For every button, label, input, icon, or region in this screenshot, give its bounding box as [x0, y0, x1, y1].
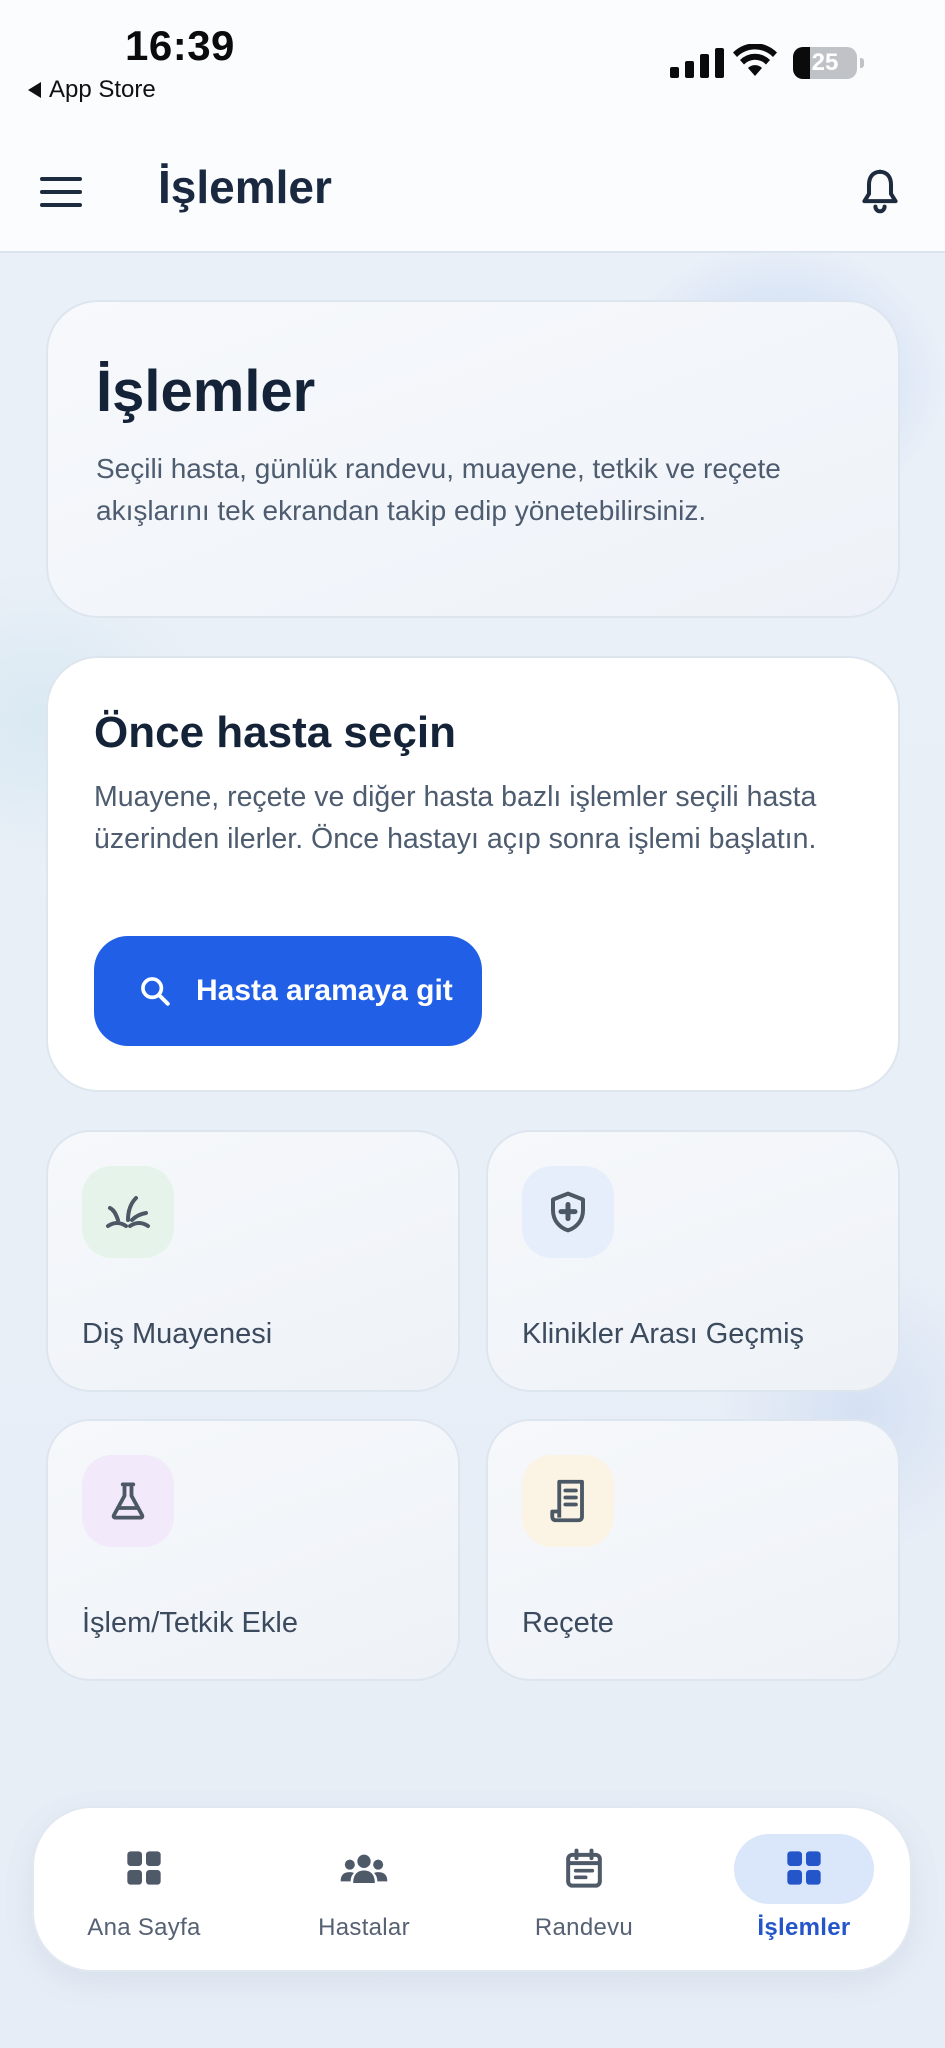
search-icon — [141, 977, 170, 1006]
nav-item-patients[interactable]: Hastalar — [264, 1808, 464, 1974]
battery-level: 25 — [811, 49, 839, 76]
nav-label: Hastalar — [318, 1914, 410, 1941]
intro-title: İşlemler — [96, 359, 316, 424]
flask-icon-badge — [82, 1455, 174, 1547]
tile-label: Reçete — [522, 1607, 614, 1639]
bell-icon[interactable] — [858, 168, 902, 216]
app-header: İşlemler — [0, 130, 945, 253]
battery-icon: 25 — [793, 47, 864, 79]
tile-label: Diş Muayenesi — [82, 1318, 273, 1350]
select-patient-card: Önce hasta seçin Muayene, reçete ve diğe… — [46, 656, 900, 1092]
intro-card: İşlemler Seçili hasta, günlük randevu, m… — [46, 300, 900, 618]
nav-item-appointments[interactable]: Randevu — [484, 1808, 684, 1974]
wifi-icon — [733, 44, 777, 76]
shield-icon-badge — [522, 1166, 614, 1258]
grid-icon — [127, 1851, 161, 1885]
back-to-app-store[interactable]: App Store — [28, 76, 156, 104]
grid-icon — [787, 1851, 821, 1885]
bottom-navigation: Ana Sayfa Hastalar Randevu İşlemler — [32, 1806, 912, 1972]
nav-label: Ana Sayfa — [87, 1914, 201, 1941]
tooth-icon — [106, 1196, 150, 1228]
back-triangle-icon — [28, 82, 41, 98]
tile-add-procedure[interactable]: İşlem/Tetkik Ekle — [46, 1419, 460, 1681]
tile-label: İşlem/Tetkik Ekle — [82, 1607, 298, 1639]
select-patient-title: Önce hasta seçin — [94, 708, 456, 757]
nav-label: İşlemler — [757, 1914, 851, 1941]
hamburger-menu-icon[interactable] — [40, 177, 82, 207]
go-to-patient-search-button[interactable]: Hasta aramaya git — [94, 936, 482, 1046]
calendar-icon — [566, 1848, 602, 1888]
select-patient-description: Muayene, reçete ve diğer hasta bazlı işl… — [94, 781, 817, 855]
status-time: 16:39 — [125, 22, 235, 69]
tooth-icon-badge — [82, 1166, 174, 1258]
nav-item-home[interactable]: Ana Sayfa — [44, 1808, 244, 1974]
tile-cross-clinic-history[interactable]: Klinikler Arası Geçmiş — [486, 1130, 900, 1392]
receipt-icon-badge — [522, 1455, 614, 1547]
tile-dental-exam[interactable]: Diş Muayenesi — [46, 1130, 460, 1392]
intro-description: Seçili hasta, günlük randevu, muayene, t… — [96, 453, 781, 526]
users-icon — [340, 1854, 388, 1883]
page-title: İşlemler — [158, 161, 332, 213]
cellular-signal-icon — [670, 48, 724, 78]
tile-prescription[interactable]: Reçete — [486, 1419, 900, 1681]
nav-label: Randevu — [534, 1914, 634, 1941]
receipt-icon — [550, 1479, 584, 1523]
shield-plus-icon — [551, 1191, 585, 1233]
flask-icon — [111, 1482, 145, 1520]
tile-label: Klinikler Arası Geçmiş — [522, 1318, 805, 1350]
back-app-label: App Store — [49, 76, 156, 103]
nav-item-operations[interactable]: İşlemler — [704, 1808, 904, 1974]
go-to-patient-search-label: Hasta aramaya git — [196, 974, 453, 1007]
app-screen: 16:39 App Store 25 İşlemler İşlemler Seç… — [0, 0, 945, 2048]
